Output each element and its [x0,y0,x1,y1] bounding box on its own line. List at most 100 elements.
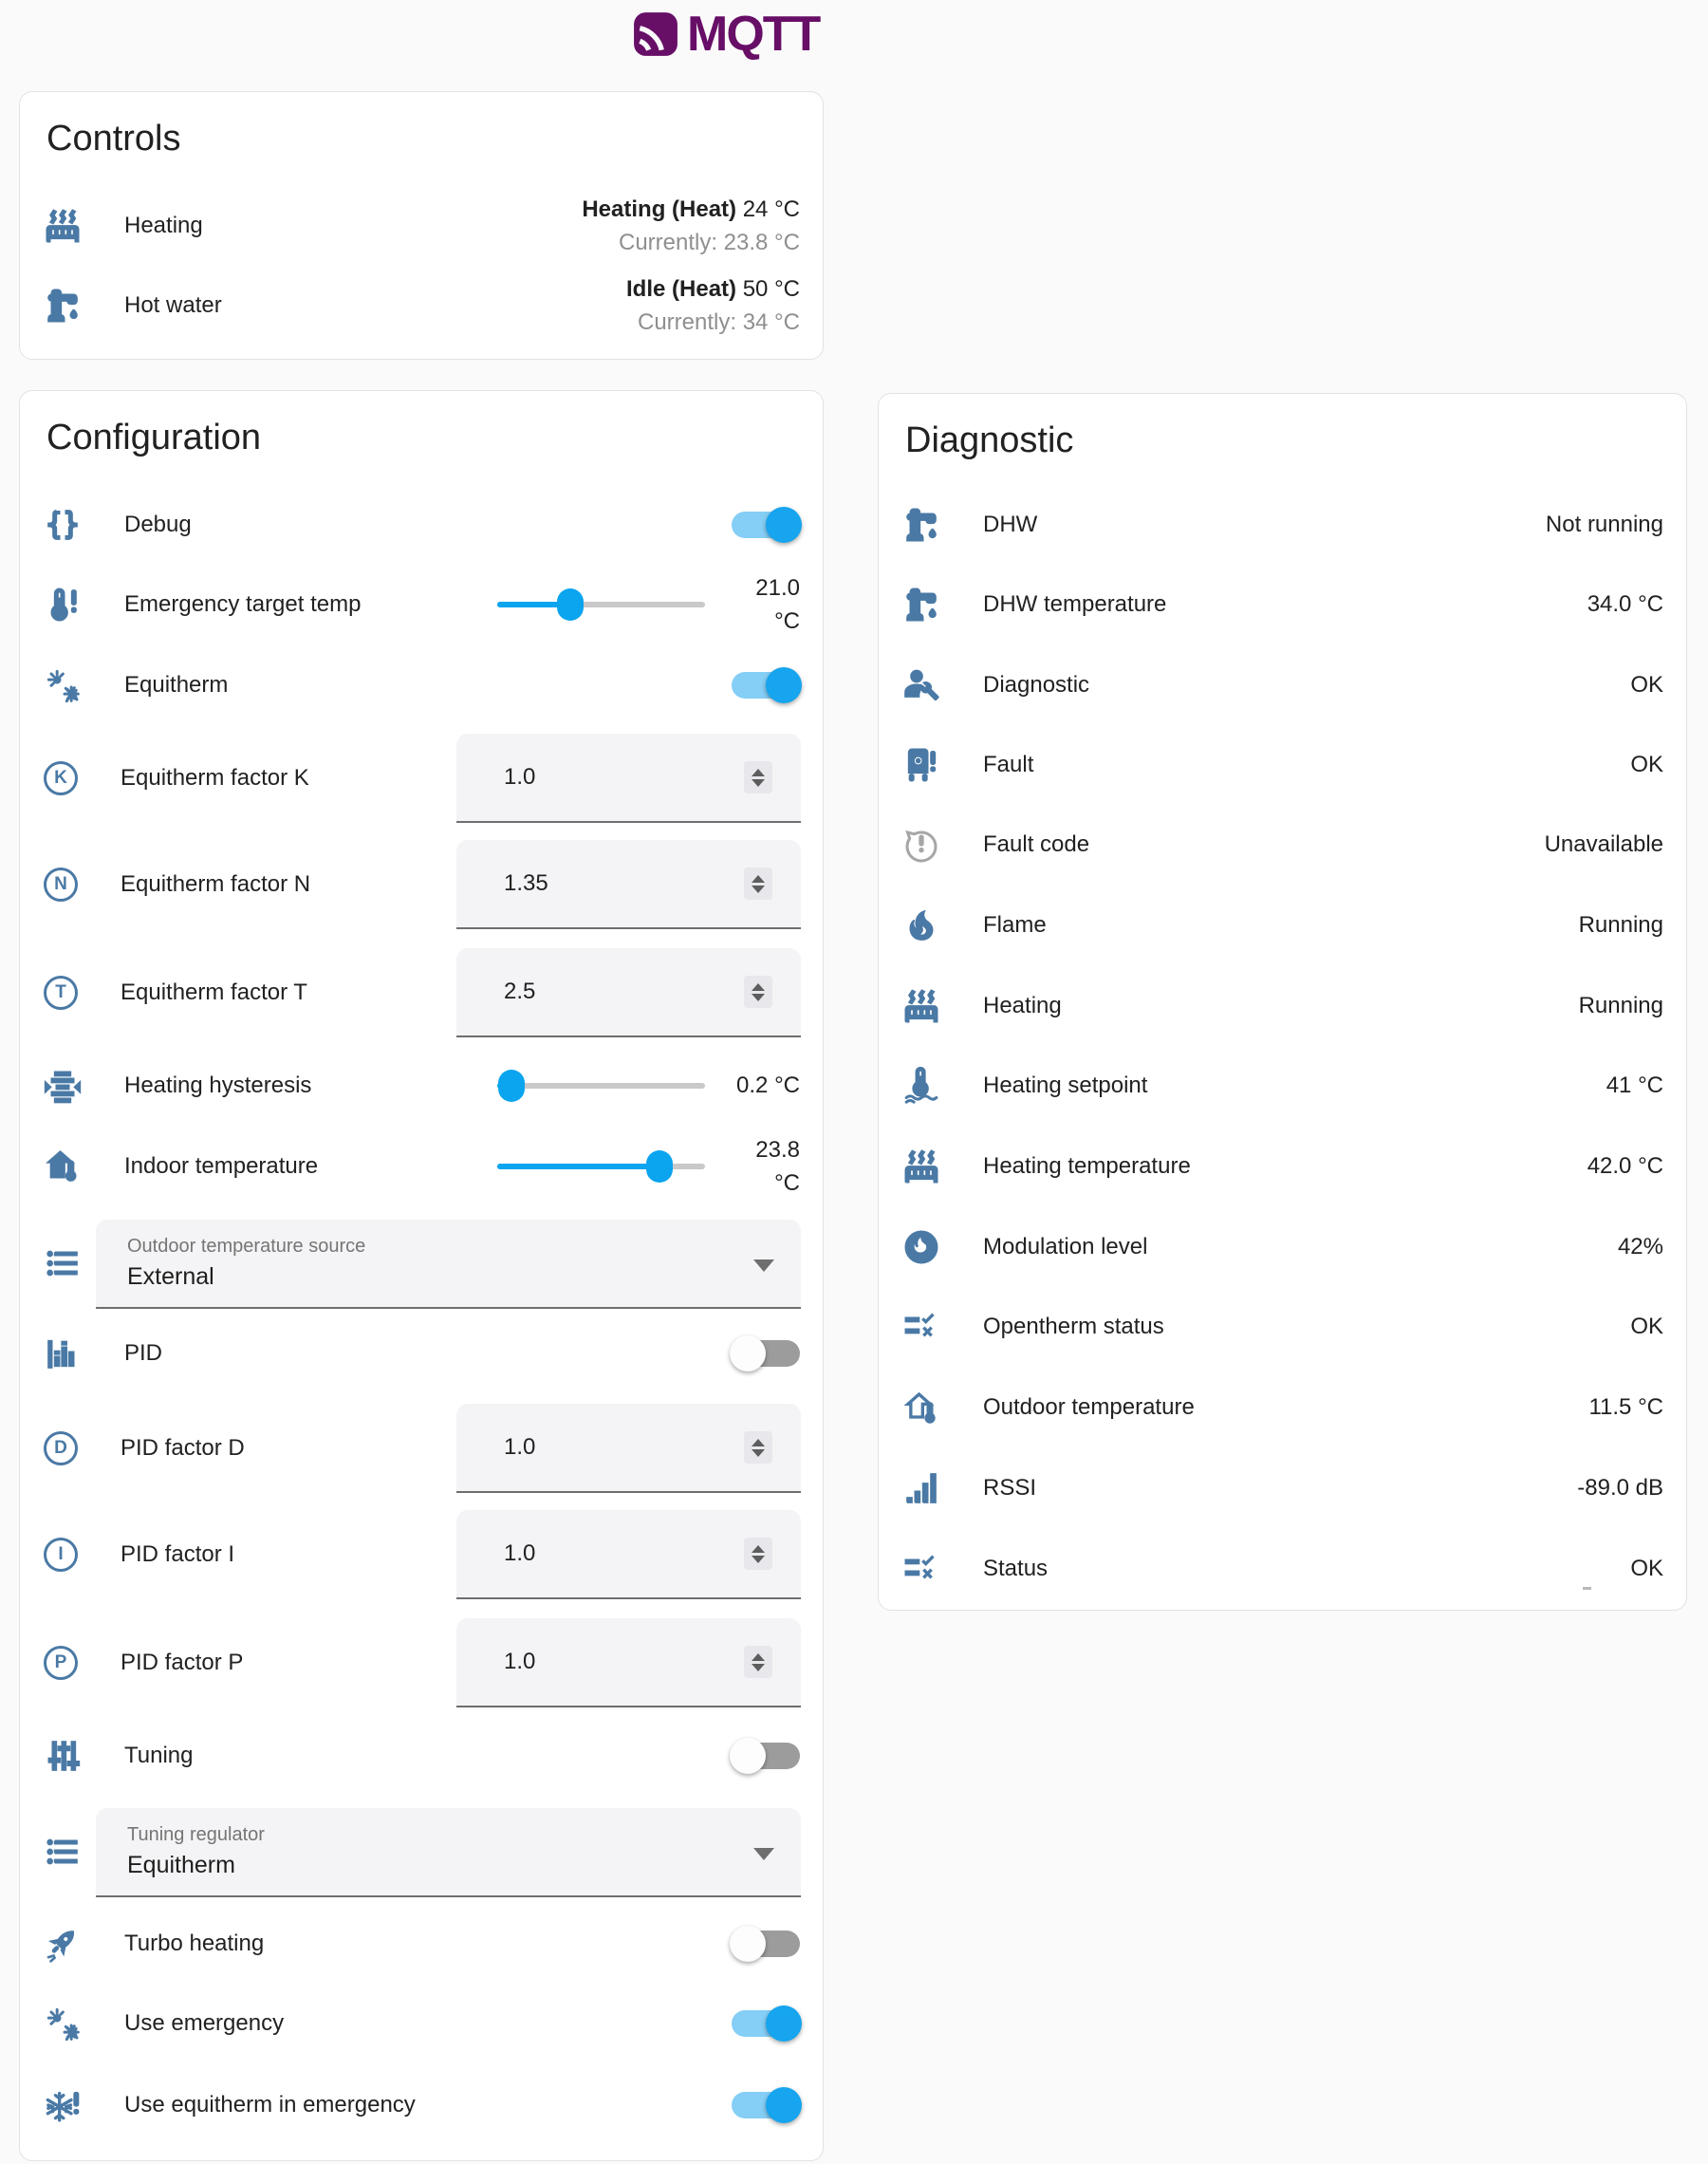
equitherm-factor-n-input[interactable]: 1.35 [456,840,801,929]
page: MQTT Controls Heating Heating (Heat) 24 … [0,0,1708,2164]
diag-row-status: Status OK [879,1529,1686,1609]
row-label: Heating hysteresis [124,1073,311,1099]
sun-snowflake-icon [44,2005,82,2043]
radiator-icon [44,207,82,245]
format-list-bulleted-icon [44,1244,82,1282]
dropdown-caret-icon[interactable] [753,1259,774,1272]
stepper-buttons[interactable] [744,1431,772,1464]
heating-hysteresis-value: 0.2 °C [736,1073,800,1099]
row-label: Flame [983,912,1047,939]
equitherm-toggle[interactable] [732,672,800,699]
row-value: 11.5 °C [1588,1394,1663,1421]
stepper-buttons[interactable] [744,867,772,900]
row-label: PID factor I [121,1541,234,1568]
row-label: Fault [983,752,1033,778]
account-wrench-icon [902,666,940,704]
diag-row-opentherm-status: Opentherm status OK [879,1287,1686,1367]
pid-factor-p-input[interactable]: 1.0 [456,1618,801,1707]
number-value[interactable]: 2.5 [504,979,535,1005]
row-value: 34.0 °C [1587,591,1663,618]
use-equitherm-in-emergency-toggle[interactable] [732,2092,800,2118]
diag-row-dhw-temperature: DHW temperature 34.0 °C [879,565,1686,644]
row-label: Heating setpoint [983,1073,1147,1099]
stepper-buttons[interactable] [744,976,772,1008]
row-label: Emergency target temp [124,591,361,618]
slider-thumb[interactable] [498,1070,525,1102]
dropdown-caret-icon[interactable] [753,1848,774,1860]
diag-row-rssi: RSSI -89.0 dB [879,1448,1686,1528]
stepper-buttons[interactable] [744,761,772,793]
stepper-buttons[interactable] [744,1646,772,1678]
indoor-temperature-value: 23.8 °C [755,1133,800,1200]
mqtt-logo: MQTT [632,8,819,61]
pid-toggle[interactable] [732,1340,800,1367]
row-label: Turbo heating [124,1931,264,1957]
row-label: DHW temperature [983,591,1166,618]
format-list-bulleted-icon [44,1833,82,1871]
tuning-regulator-select[interactable]: Tuning regulator Equitherm [96,1808,801,1897]
diag-row-flame: Flame Running [879,886,1686,965]
mqtt-logo-text: MQTT [687,6,819,63]
water-boiler-alert-icon [902,746,940,784]
debug-toggle[interactable] [732,512,800,538]
config-row-use-equitherm-in-emergency: Use equitherm in emergency [20,2065,823,2145]
turbo-heating-toggle[interactable] [732,1931,800,1957]
alpha-d-circle-icon: D [44,1431,78,1465]
sun-snowflake-icon [44,666,82,704]
diag-row-modulation-level: Modulation level 42% [879,1207,1686,1287]
row-label: Equitherm factor T [121,979,307,1006]
number-value[interactable]: 1.0 [504,1434,535,1461]
number-value[interactable]: 1.0 [504,764,535,791]
rocket-icon [44,1925,82,1963]
alpha-k-circle-icon: K [44,761,78,795]
config-row-pid: PID [20,1314,823,1393]
control-label: Heating [124,213,203,239]
row-label: Debug [124,512,192,538]
stray-mark [1583,1587,1591,1590]
hot-water-state-mode: Idle (Heat) [626,276,736,302]
diag-row-outdoor-temperature: Outdoor temperature 11.5 °C [879,1368,1686,1447]
number-value[interactable]: 1.0 [504,1540,535,1567]
pid-factor-d-input[interactable]: 1.0 [456,1404,801,1493]
home-thermometer-icon [44,1147,82,1185]
emergency-target-temp-slider[interactable] [497,588,705,621]
indoor-temperature-slider[interactable] [497,1150,705,1183]
row-label: Tuning [124,1743,194,1769]
fire-circle-icon [902,1228,940,1266]
config-row-use-emergency: Use emergency [20,1984,823,2063]
radiator-icon [902,1147,940,1185]
config-row-tuning: Tuning [20,1716,823,1796]
tuning-toggle[interactable] [732,1743,800,1769]
row-value: 42.0 °C [1587,1153,1663,1180]
tune-vertical-icon [44,1737,82,1775]
number-value[interactable]: 1.35 [504,870,548,897]
water-pump-icon [902,506,940,544]
row-label: PID factor D [121,1435,245,1462]
number-value[interactable]: 1.0 [504,1649,535,1675]
pid-factor-i-input[interactable]: 1.0 [456,1510,801,1599]
use-emergency-toggle[interactable] [732,2010,800,2037]
outdoor-temperature-source-select[interactable]: Outdoor temperature source External [96,1220,801,1309]
slider-thumb[interactable] [646,1150,673,1183]
equitherm-factor-k-input[interactable]: 1.0 [456,734,801,823]
config-row-debug: Debug [20,485,823,565]
heating-hysteresis-slider[interactable] [497,1070,705,1102]
slider-thumb[interactable] [557,588,584,621]
row-label: Use equitherm in emergency [124,2092,416,2118]
stepper-buttons[interactable] [744,1538,772,1570]
controls-card: Controls Heating Heating (Heat) 24 °C Cu… [19,91,824,360]
row-label: Diagnostic [983,672,1089,699]
hot-water-state-target: 50 °C [736,276,800,302]
row-label: Heating [983,993,1062,1019]
diag-row-heating: Heating Running [879,966,1686,1046]
heating-state[interactable]: Heating (Heat) 24 °C Currently: 23.8 °C [582,193,800,259]
row-label: PID [124,1340,162,1367]
heating-state-mode: Heating (Heat) [582,196,736,222]
diag-row-diagnostic: Diagnostic OK [879,645,1686,725]
thermometer-alert-icon [44,586,82,624]
diag-row-fault: Fault OK [879,725,1686,805]
diagnostic-title: Diagnostic [905,420,1073,461]
equitherm-factor-t-input[interactable]: 2.5 [456,948,801,1037]
heating-state-current: Currently: 23.8 °C [582,226,800,259]
hot-water-state[interactable]: Idle (Heat) 50 °C Currently: 34 °C [626,272,800,339]
